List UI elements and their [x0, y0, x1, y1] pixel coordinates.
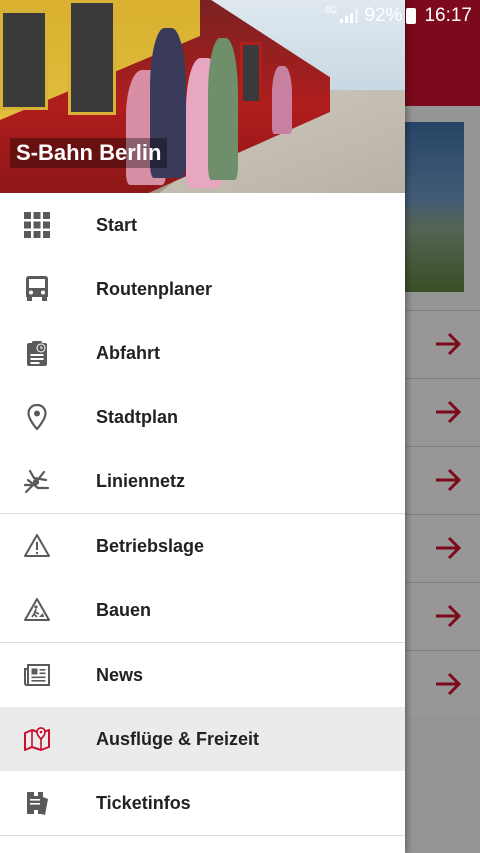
menu-item-label: Ausflüge & Freizeit [96, 728, 260, 749]
navigation-drawer: S-Bahn Berlin Start Routenplaner Abfahrt… [0, 0, 405, 853]
menu-item-abfahrt[interactable]: Abfahrt [0, 321, 405, 385]
drawer-title: S-Bahn Berlin [10, 138, 168, 168]
menu-item-label: News [96, 664, 144, 685]
bus-icon [26, 276, 48, 301]
menu-item-betriebslage[interactable]: Betriebslage [0, 514, 405, 578]
grid-icon [24, 212, 50, 238]
menu-item-routenplaner[interactable]: Routenplaner [0, 257, 405, 321]
clipboard-clock-icon [27, 341, 47, 366]
status-bar: 4G 92% 16:17 [0, 0, 480, 32]
person-figure [272, 66, 292, 134]
signal-icon [340, 9, 359, 23]
newspaper-icon [24, 664, 50, 686]
train-window [240, 42, 262, 104]
menu-item-start[interactable]: Start [0, 193, 405, 257]
battery-percent: 92% [364, 5, 403, 26]
warning-icon [24, 534, 50, 557]
person-figure [208, 38, 238, 180]
menu-item-bauen[interactable]: Bauen [0, 578, 405, 642]
construction-icon [24, 598, 50, 621]
menu-item-label: Abfahrt [96, 342, 160, 363]
network-map-icon [24, 469, 50, 494]
menu-item-ausfluege-freizeit[interactable]: Ausflüge & Freizeit [0, 707, 405, 771]
ticket-icon [27, 792, 48, 815]
map-icon [24, 727, 50, 751]
menu-item-liniennetz[interactable]: Liniennetz [0, 449, 405, 513]
menu-item-stadtplan[interactable]: Stadtplan [0, 385, 405, 449]
menu-item-label: Routenplaner [96, 278, 213, 299]
menu-item-label: Betriebslage [96, 535, 205, 556]
menu-item-label: Stadtplan [96, 406, 179, 427]
menu-item-label: Ticketinfos [96, 792, 191, 813]
drawer-menu: Start Routenplaner Abfahrt Stadtplan Lin… [0, 193, 405, 836]
menu-divider [0, 835, 405, 836]
location-pin-icon [27, 404, 47, 430]
clock: 16:17 [424, 5, 472, 26]
menu-item-label: Start [96, 214, 138, 235]
network-type: 4G [324, 4, 338, 16]
menu-item-ticketinfos[interactable]: Ticketinfos [0, 771, 405, 835]
menu-item-label: Bauen [96, 599, 152, 620]
menu-item-label: Liniennetz [96, 470, 185, 491]
menu-item-news[interactable]: News [0, 643, 405, 707]
battery-icon [406, 8, 417, 24]
